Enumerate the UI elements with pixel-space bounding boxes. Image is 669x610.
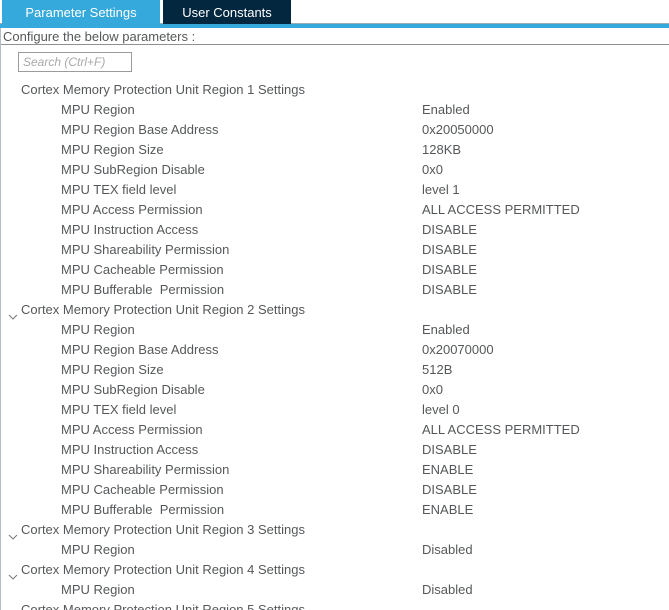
param-row[interactable]: MPU Region Enabled bbox=[1, 320, 669, 340]
param-row[interactable]: MPU Cacheable Permission DISABLE bbox=[1, 260, 669, 280]
param-label: MPU Region Size bbox=[61, 362, 164, 377]
section-header[interactable]: Cortex Memory Protection Unit Region 5 S… bbox=[1, 600, 669, 610]
param-value[interactable]: DISABLE bbox=[422, 280, 477, 300]
param-value[interactable]: DISABLE bbox=[422, 440, 477, 460]
tab-user-constants[interactable]: User Constants bbox=[163, 0, 291, 24]
panel-body: Cortex Memory Protection Unit Region 1 S… bbox=[1, 45, 669, 610]
param-label: MPU Cacheable Permission bbox=[61, 262, 224, 277]
chevron-down-icon[interactable] bbox=[8, 307, 18, 320]
tab-parameter-settings-label: Parameter Settings bbox=[25, 4, 137, 20]
param-label: MPU TEX field level bbox=[61, 182, 177, 197]
param-row[interactable]: MPU Region Disabled bbox=[1, 580, 669, 600]
parameter-settings-panel: Configure the below parameters : Cortex … bbox=[0, 28, 669, 610]
param-label: MPU Region bbox=[61, 582, 135, 597]
instruction-text: Configure the below parameters : bbox=[1, 28, 669, 45]
param-value[interactable]: ALL ACCESS PERMITTED bbox=[422, 200, 580, 220]
chevron-down-icon[interactable] bbox=[8, 527, 18, 540]
param-value[interactable]: ALL ACCESS PERMITTED bbox=[422, 420, 580, 440]
param-label: MPU Bufferable Permission bbox=[61, 502, 225, 517]
param-row[interactable]: MPU TEX field level level 0 bbox=[1, 400, 669, 420]
param-value[interactable]: Disabled bbox=[422, 580, 473, 600]
section-title: Cortex Memory Protection Unit Region 4 S… bbox=[21, 562, 305, 577]
param-label: MPU Region Size bbox=[61, 142, 164, 157]
param-value[interactable]: level 0 bbox=[422, 400, 460, 420]
section-header[interactable]: Cortex Memory Protection Unit Region 3 S… bbox=[1, 520, 669, 540]
param-label: MPU Region bbox=[61, 542, 135, 557]
tab-parameter-settings[interactable]: Parameter Settings bbox=[2, 0, 160, 24]
param-label: MPU Bufferable Permission bbox=[61, 282, 225, 297]
section-header[interactable]: Cortex Memory Protection Unit Region 2 S… bbox=[1, 300, 669, 320]
param-value[interactable]: Disabled bbox=[422, 540, 473, 560]
param-row[interactable]: MPU TEX field level level 1 bbox=[1, 180, 669, 200]
param-row[interactable]: MPU Shareability Permission DISABLE bbox=[1, 240, 669, 260]
param-value[interactable]: ENABLE bbox=[422, 460, 473, 480]
param-label: MPU Cacheable Permission bbox=[61, 482, 224, 497]
param-label: MPU Shareability Permission bbox=[61, 462, 230, 477]
param-label: MPU Access Permission bbox=[61, 202, 203, 217]
param-row[interactable]: MPU Region Enabled bbox=[1, 100, 669, 120]
param-row[interactable]: MPU Cacheable Permission DISABLE bbox=[1, 480, 669, 500]
param-row[interactable]: MPU Region Base Address 0x20050000 bbox=[1, 120, 669, 140]
param-row[interactable]: MPU SubRegion Disable 0x0 bbox=[1, 380, 669, 400]
param-value[interactable]: 0x20050000 bbox=[422, 120, 494, 140]
properties-panel: Parameter Settings User Constants Config… bbox=[0, 0, 669, 610]
param-label: MPU Instruction Access bbox=[61, 442, 199, 457]
param-value[interactable]: 128KB bbox=[422, 140, 461, 160]
param-label: MPU Access Permission bbox=[61, 422, 203, 437]
param-value[interactable]: DISABLE bbox=[422, 480, 477, 500]
param-value[interactable]: ENABLE bbox=[422, 500, 473, 520]
chevron-down-icon[interactable] bbox=[8, 567, 18, 580]
param-row[interactable]: MPU Region Size 128KB bbox=[1, 140, 669, 160]
tab-bar: Parameter Settings User Constants bbox=[0, 0, 669, 24]
param-value[interactable]: 512B bbox=[422, 360, 452, 380]
param-row[interactable]: MPU SubRegion Disable 0x0 bbox=[1, 160, 669, 180]
param-value[interactable]: DISABLE bbox=[422, 260, 477, 280]
section-title: Cortex Memory Protection Unit Region 5 S… bbox=[21, 602, 305, 610]
param-row[interactable]: MPU Shareability Permission ENABLE bbox=[1, 460, 669, 480]
param-label: MPU Instruction Access bbox=[61, 222, 199, 237]
param-value[interactable]: 0x0 bbox=[422, 380, 443, 400]
param-row[interactable]: MPU Instruction Access DISABLE bbox=[1, 220, 669, 240]
tab-user-constants-label: User Constants bbox=[182, 4, 272, 20]
param-row[interactable]: MPU Bufferable Permission ENABLE bbox=[1, 500, 669, 520]
search-input[interactable] bbox=[18, 52, 132, 72]
param-label: MPU SubRegion Disable bbox=[61, 162, 205, 177]
section-title: Cortex Memory Protection Unit Region 3 S… bbox=[21, 522, 305, 537]
param-row[interactable]: MPU Access Permission ALL ACCESS PERMITTE… bbox=[1, 200, 669, 220]
param-label: MPU Region Base Address bbox=[61, 342, 219, 357]
param-label: MPU Shareability Permission bbox=[61, 242, 230, 257]
param-row[interactable]: MPU Instruction Access DISABLE bbox=[1, 440, 669, 460]
section-header[interactable]: Cortex Memory Protection Unit Region 4 S… bbox=[1, 560, 669, 580]
param-value[interactable]: level 1 bbox=[422, 180, 460, 200]
param-value[interactable]: 0x0 bbox=[422, 160, 443, 180]
param-value[interactable]: 0x20070000 bbox=[422, 340, 494, 360]
param-value[interactable]: DISABLE bbox=[422, 240, 477, 260]
section-title: Cortex Memory Protection Unit Region 2 S… bbox=[21, 302, 305, 317]
param-label: MPU Region bbox=[61, 102, 135, 117]
parameter-tree: Cortex Memory Protection Unit Region 1 S… bbox=[1, 80, 669, 610]
param-value[interactable]: Enabled bbox=[422, 320, 470, 340]
param-label: MPU Region bbox=[61, 322, 135, 337]
param-row[interactable]: MPU Region Base Address 0x20070000 bbox=[1, 340, 669, 360]
param-label: MPU Region Base Address bbox=[61, 122, 219, 137]
param-label: MPU SubRegion Disable bbox=[61, 382, 205, 397]
param-row[interactable]: MPU Region Size 512B bbox=[1, 360, 669, 380]
param-row[interactable]: MPU Region Disabled bbox=[1, 540, 669, 560]
param-value[interactable]: Enabled bbox=[422, 100, 470, 120]
section-title: Cortex Memory Protection Unit Region 1 S… bbox=[21, 82, 305, 97]
param-row[interactable]: MPU Access Permission ALL ACCESS PERMITTE… bbox=[1, 420, 669, 440]
param-value[interactable]: DISABLE bbox=[422, 220, 477, 240]
param-row[interactable]: MPU Bufferable Permission DISABLE bbox=[1, 280, 669, 300]
section-header[interactable]: Cortex Memory Protection Unit Region 1 S… bbox=[1, 80, 669, 100]
param-label: MPU TEX field level bbox=[61, 402, 177, 417]
